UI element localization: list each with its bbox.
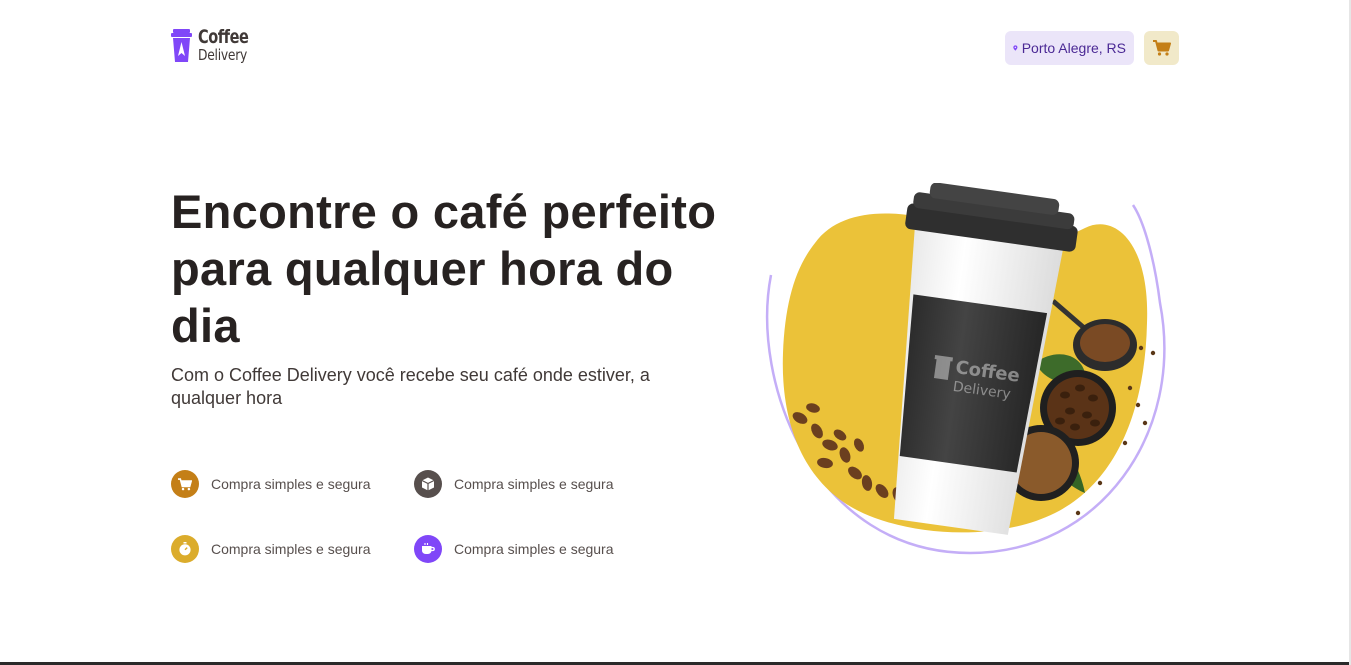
logo[interactable]: Coffee Delivery	[171, 28, 258, 64]
logo-text: Coffee Delivery	[198, 26, 258, 65]
map-pin-icon	[1013, 45, 1018, 51]
timer-icon	[179, 542, 191, 556]
feature-timer-badge	[171, 535, 199, 563]
feature-label: Compra simples e segura	[211, 541, 371, 557]
feature-coffee-badge	[414, 535, 442, 563]
feature-label: Compra simples e segura	[211, 476, 371, 492]
hero-subtitle: Com o Coffee Delivery você recebe seu ca…	[171, 365, 650, 408]
location-button[interactable]: Porto Alegre, RS	[1005, 31, 1134, 65]
hero-title: Encontre o café perfeito para qualquer h…	[171, 185, 717, 352]
cart-button[interactable]	[1144, 31, 1179, 65]
feature-label: Compra simples e segura	[454, 476, 614, 492]
feature-item: Compra simples e segura	[414, 470, 614, 498]
logo-line1: Coffee	[198, 26, 249, 48]
coffee-icon	[422, 543, 435, 554]
coffee-cup-logo-icon	[171, 29, 192, 62]
logo-line2: Delivery	[198, 46, 248, 64]
location-label: Porto Alegre, RS	[1021, 40, 1126, 56]
hero-coffee-image: Coffee Delivery	[765, 183, 1166, 555]
feature-item: Compra simples e segura	[414, 535, 614, 563]
feature-item: Compra simples e segura	[171, 470, 371, 498]
feature-label: Compra simples e segura	[454, 541, 614, 557]
shopping-cart-icon	[1152, 40, 1171, 56]
package-icon	[421, 477, 435, 491]
feature-cart-badge	[171, 470, 199, 498]
feature-item: Compra simples e segura	[171, 535, 371, 563]
shopping-cart-icon	[178, 477, 192, 490]
header: Coffee Delivery Porto Alegre, RS	[0, 0, 1351, 96]
feature-package-badge	[414, 470, 442, 498]
